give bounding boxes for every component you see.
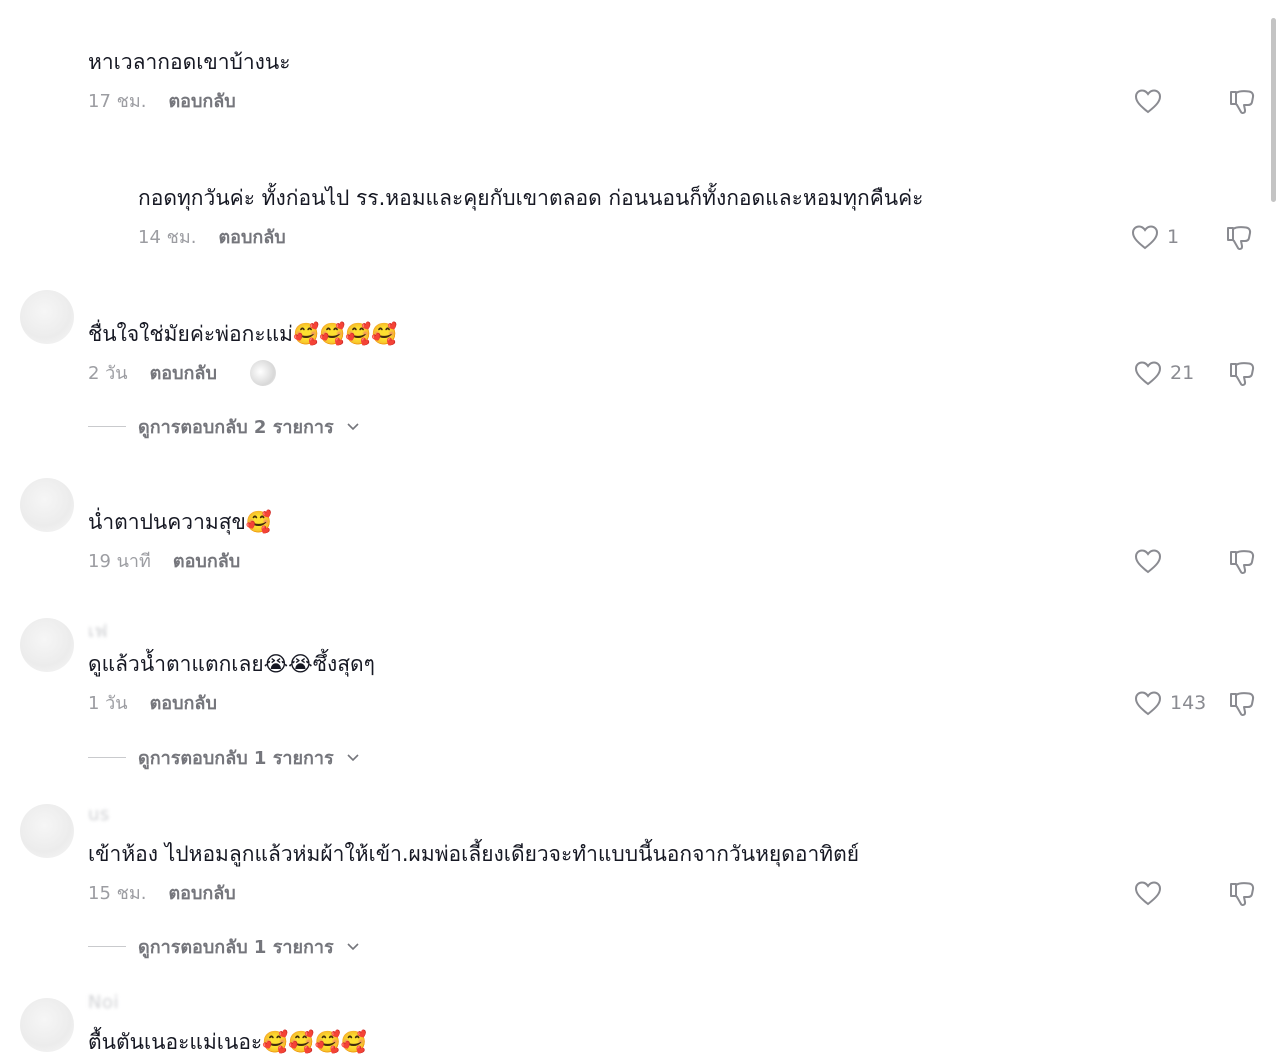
- reply-button[interactable]: ตอบกลับ: [218, 227, 285, 248]
- view-replies-button[interactable]: ดูการตอบกลับ 1 รายการ: [88, 743, 360, 772]
- comment-time: 2 วัน: [88, 363, 128, 384]
- thumbs-down-icon: [1225, 224, 1253, 252]
- comment-meta: 19 นาที ตอบกลับ: [88, 550, 240, 574]
- comment-meta: 2 วัน ตอบกลับ: [88, 362, 217, 386]
- comment-meta: 14 ชม. ตอบกลับ: [138, 226, 286, 250]
- view-replies-label: ดูการตอบกลับ 1 รายการ: [138, 748, 334, 769]
- avatar[interactable]: [20, 618, 74, 672]
- comment-author[interactable]: Noi: [88, 992, 119, 1013]
- comment-time: 14 ชม.: [138, 227, 197, 248]
- reply-button[interactable]: ตอบกลับ: [168, 91, 235, 112]
- heart-outline-icon: [1134, 88, 1162, 114]
- chevron-down-icon: [346, 747, 360, 768]
- avatar[interactable]: [20, 804, 74, 858]
- like-button[interactable]: 143: [1134, 690, 1206, 716]
- avatar[interactable]: [20, 290, 74, 344]
- comment-author[interactable]: เฟ: [88, 616, 108, 645]
- comment-text: กอดทุกวันค่ะ ทั้งก่อนไป รร.หอมและคุยกับเ…: [138, 186, 924, 210]
- comment-text: หาเวลากอดเขาบ้างนะ: [88, 50, 291, 74]
- comment-time: 17 ชม.: [88, 91, 147, 112]
- dislike-button[interactable]: [1228, 548, 1256, 576]
- thumbs-down-icon: [1228, 690, 1256, 718]
- view-replies-button[interactable]: ดูการตอบกลับ 1 รายการ: [88, 932, 360, 961]
- comment-meta: 15 ชม. ตอบกลับ: [88, 882, 236, 906]
- comment-meta: 1 วัน ตอบกลับ: [88, 692, 217, 716]
- comment-time: 19 นาที: [88, 551, 151, 572]
- comment-time: 15 ชม.: [88, 883, 147, 904]
- comment-text: ดูแล้วน้ำตาแตกเลย😭😭ซึ้งสุดๆ: [88, 652, 375, 676]
- dislike-button[interactable]: [1228, 360, 1256, 388]
- reply-button[interactable]: ตอบกลับ: [150, 693, 217, 714]
- heart-outline-icon: [1134, 360, 1162, 386]
- like-count: 21: [1170, 362, 1195, 384]
- view-replies-button[interactable]: ดูการตอบกลับ 2 รายการ: [88, 412, 360, 441]
- dislike-button[interactable]: [1228, 690, 1256, 718]
- heart-outline-icon: [1134, 690, 1162, 716]
- view-replies-label: ดูการตอบกลับ 1 รายการ: [138, 937, 334, 958]
- heart-outline-icon: [1134, 548, 1162, 574]
- divider: [88, 946, 126, 947]
- comment-text: ตื้นตันเนอะแม่เนอะ🥰🥰🥰🥰: [88, 1030, 367, 1054]
- like-button[interactable]: [1134, 88, 1170, 114]
- thumbs-down-icon: [1228, 360, 1256, 388]
- divider: [88, 757, 126, 758]
- dislike-button[interactable]: [1228, 88, 1256, 116]
- dislike-button[interactable]: [1225, 224, 1253, 252]
- comment-text: เข้าห้อง ไปหอมลูกแล้วห่มผ้าให้เข้า.ผมพ่อ…: [88, 842, 860, 866]
- creator-liked-avatar: [250, 360, 276, 386]
- comment-meta: 17 ชม. ตอบกลับ: [88, 90, 236, 114]
- comment-time: 1 วัน: [88, 693, 128, 714]
- heart-outline-icon: [1131, 224, 1159, 250]
- like-button[interactable]: 1: [1131, 224, 1179, 250]
- comment-text: น่ำตาปนความสุข🥰: [88, 510, 273, 534]
- scrollbar[interactable]: [1271, 18, 1276, 202]
- reply-button[interactable]: ตอบกลับ: [168, 883, 235, 904]
- avatar[interactable]: [20, 998, 74, 1052]
- avatar[interactable]: [20, 478, 74, 532]
- chevron-down-icon: [346, 416, 360, 437]
- avatar[interactable]: [20, 16, 74, 70]
- reply-button[interactable]: ตอบกลับ: [173, 551, 240, 572]
- thumbs-down-icon: [1228, 548, 1256, 576]
- like-button[interactable]: 21: [1134, 360, 1194, 386]
- like-button[interactable]: [1134, 548, 1170, 574]
- reply-button[interactable]: ตอบกลับ: [150, 363, 217, 384]
- comment-text: ชื่นใจใช่มัยค่ะพ่อกะแม่🥰🥰🥰🥰: [88, 322, 398, 346]
- dislike-button[interactable]: [1228, 880, 1256, 908]
- divider: [88, 426, 126, 427]
- view-replies-label: ดูการตอบกลับ 2 รายการ: [138, 417, 334, 438]
- like-button[interactable]: [1134, 880, 1170, 906]
- thumbs-down-icon: [1228, 88, 1256, 116]
- chevron-down-icon: [346, 936, 360, 957]
- thumbs-down-icon: [1228, 880, 1256, 908]
- comment-author[interactable]: us: [88, 804, 110, 825]
- like-count: 143: [1170, 692, 1207, 714]
- heart-outline-icon: [1134, 880, 1162, 906]
- like-count: 1: [1167, 226, 1180, 248]
